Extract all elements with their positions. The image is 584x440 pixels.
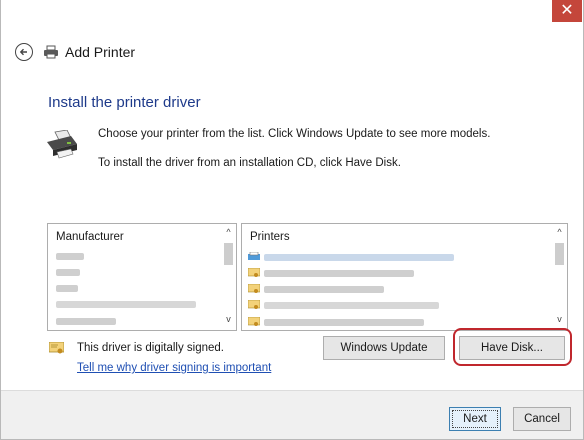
cancel-button[interactable]: Cancel	[513, 407, 571, 431]
scroll-up-icon[interactable]: ^	[553, 227, 566, 240]
back-button[interactable]	[15, 43, 33, 61]
add-printer-window: ✕ Add Printer Install the printer driver…	[0, 0, 584, 440]
certificate-icon	[248, 300, 260, 309]
printer-icon	[248, 252, 260, 260]
scroll-down-icon[interactable]: v	[553, 314, 566, 327]
list-item[interactable]	[56, 269, 80, 276]
driver-signing-link[interactable]: Tell me why driver signing is important	[77, 362, 271, 374]
title-bar: Add Printer	[15, 40, 135, 64]
certificate-icon	[248, 317, 260, 326]
list-item[interactable]	[248, 267, 414, 279]
scroll-up-icon[interactable]: ^	[222, 227, 235, 240]
certificate-icon	[248, 284, 260, 293]
printer-icon	[47, 130, 77, 159]
windows-update-button[interactable]: Windows Update	[323, 336, 445, 360]
close-icon: ✕	[560, 2, 574, 19]
next-label: Next	[452, 410, 498, 428]
instruction-text-cd: To install the driver from an installati…	[98, 157, 401, 169]
close-button[interactable]: ✕	[552, 0, 582, 22]
list-item[interactable]	[56, 318, 116, 325]
instruction-text: Choose your printer from the list. Click…	[98, 128, 491, 140]
window-title: Add Printer	[65, 44, 136, 60]
list-item[interactable]	[248, 316, 424, 328]
list-item[interactable]	[248, 283, 384, 295]
list-item[interactable]	[248, 251, 454, 263]
manufacturer-header: Manufacturer	[56, 231, 124, 243]
certificate-icon	[49, 342, 64, 354]
list-item[interactable]	[56, 301, 196, 308]
signing-status-text: This driver is digitally signed.	[77, 342, 225, 354]
scroll-thumb[interactable]	[555, 243, 564, 265]
printers-scrollbar[interactable]: ^ v	[553, 225, 566, 329]
back-arrow-icon	[19, 48, 27, 56]
printer-icon	[44, 45, 58, 59]
certificate-icon	[248, 268, 260, 277]
scroll-thumb[interactable]	[224, 243, 233, 265]
list-item[interactable]	[56, 253, 84, 260]
list-item[interactable]	[248, 299, 439, 311]
page-heading: Install the printer driver	[48, 94, 201, 111]
printers-header: Printers	[250, 231, 290, 243]
manufacturer-scrollbar[interactable]: ^ v	[222, 225, 235, 329]
scroll-down-icon[interactable]: v	[222, 314, 235, 327]
next-button[interactable]: Next	[449, 407, 501, 431]
printers-list[interactable]: Printers ^ v	[241, 223, 568, 331]
manufacturer-list[interactable]: Manufacturer ^ v	[47, 223, 237, 331]
highlight-outline	[453, 328, 572, 366]
list-item[interactable]	[56, 285, 78, 292]
